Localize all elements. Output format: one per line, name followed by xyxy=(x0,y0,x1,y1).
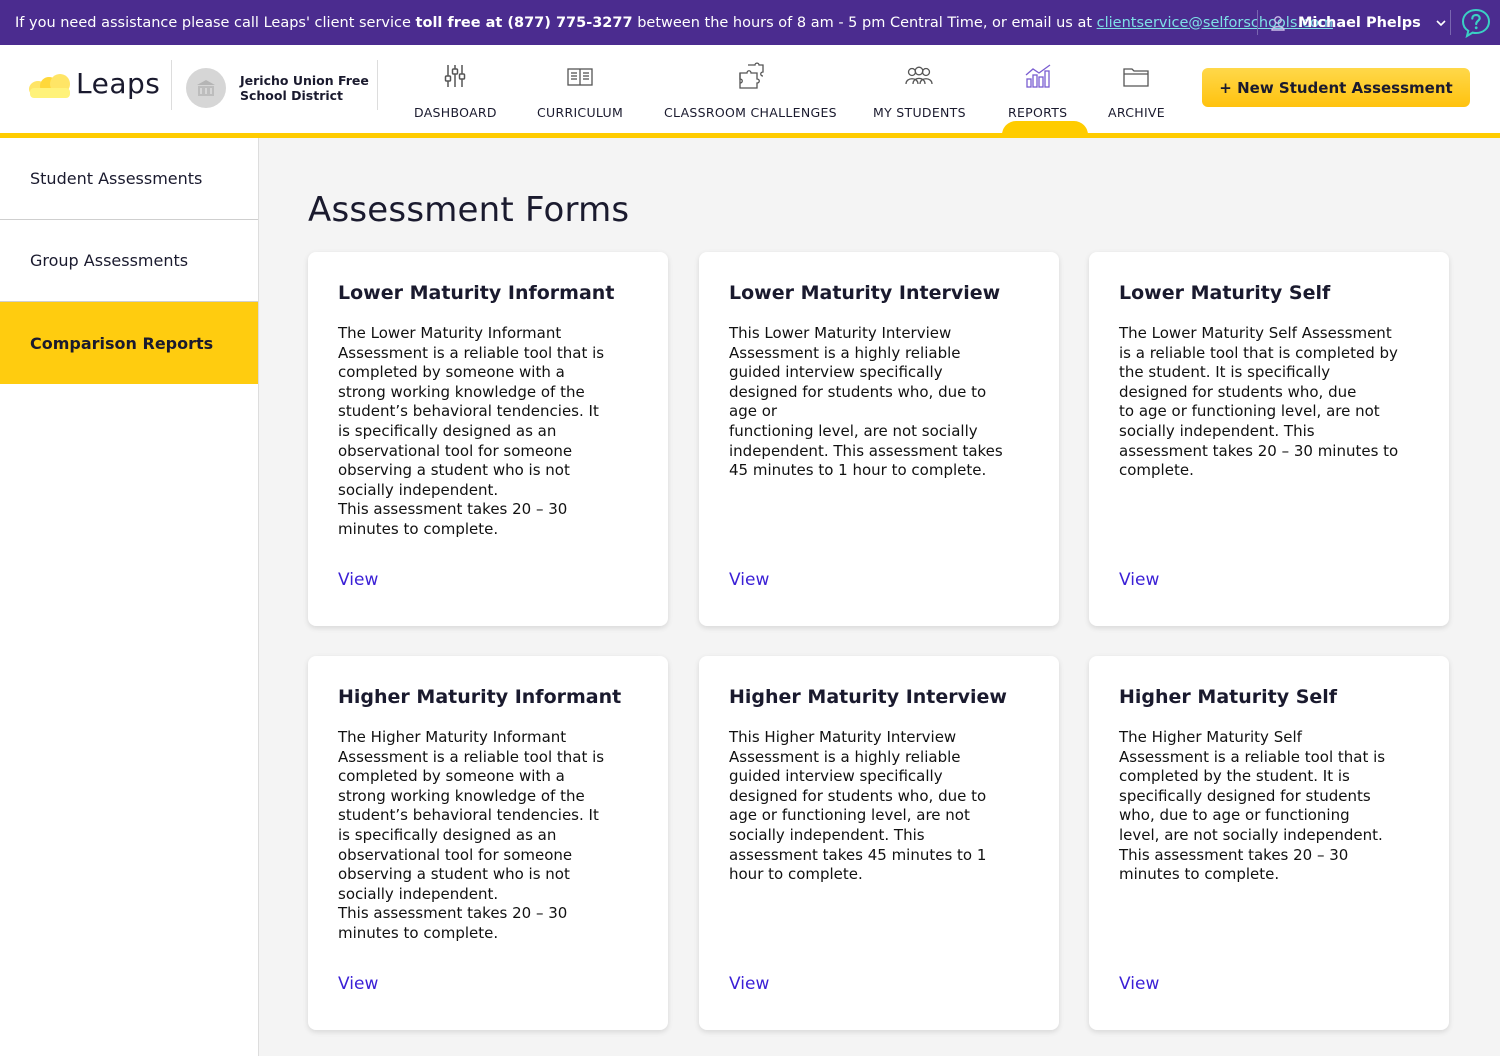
assistance-text-2: between the hours of 8 am - 5 pm Central… xyxy=(632,14,1097,31)
sidebar: Student Assessments Group Assessments Co… xyxy=(0,138,259,1056)
card-description: The Higher Maturity Self Assessment is a… xyxy=(1119,728,1386,884)
card-description: The Higher Maturity Informant Assessment… xyxy=(338,728,605,942)
view-link[interactable]: View xyxy=(729,974,769,994)
user-name: Michael Phelps xyxy=(1298,14,1421,31)
user-icon xyxy=(1271,15,1285,31)
sidebar-item-student-assessments[interactable]: Student Assessments xyxy=(0,138,258,220)
nav-label: DASHBOARD xyxy=(414,105,497,120)
assessment-card: Lower Maturity Interview This Lower Matu… xyxy=(699,252,1059,626)
chart-icon xyxy=(1025,64,1051,88)
view-link[interactable]: View xyxy=(1119,974,1159,994)
nav-my-students[interactable]: MY STUDENTS xyxy=(873,45,966,133)
nav-curriculum[interactable]: CURRICULUM xyxy=(537,45,623,133)
assessment-card: Higher Maturity Self The Higher Maturity… xyxy=(1089,656,1449,1030)
card-title: Higher Maturity Self xyxy=(1119,686,1338,708)
assessment-card: Lower Maturity Self The Lower Maturity S… xyxy=(1089,252,1449,626)
district-name: Jericho Union Free School District xyxy=(240,73,369,103)
folder-icon xyxy=(1123,68,1150,87)
nav-archive[interactable]: ARCHIVE xyxy=(1108,45,1165,133)
sidebar-item-comparison-reports[interactable]: Comparison Reports xyxy=(0,302,258,384)
card-description: The Lower Maturity Informant Assessment … xyxy=(338,324,605,538)
card-title: Higher Maturity Interview xyxy=(729,686,1007,708)
divider xyxy=(377,60,378,110)
puzzle-icon xyxy=(739,62,765,89)
sidebar-item-group-assessments[interactable]: Group Assessments xyxy=(0,220,258,302)
user-menu[interactable]: Michael Phelps xyxy=(1270,0,1447,45)
card-title: Higher Maturity Informant xyxy=(338,686,622,708)
nav-label: REPORTS xyxy=(1008,105,1068,120)
card-description: This Higher Maturity Interview Assessmen… xyxy=(729,728,987,884)
view-link[interactable]: View xyxy=(338,570,378,590)
assistance-text: If you need assistance please call Leaps… xyxy=(15,14,416,31)
nav-dashboard[interactable]: DASHBOARD xyxy=(414,45,497,133)
phone-number: toll free at (877) 775-3277 xyxy=(415,14,633,31)
assessment-card: Lower Maturity Informant The Lower Matur… xyxy=(308,252,668,626)
assessment-card: Higher Maturity Informant The Higher Mat… xyxy=(308,656,668,1030)
chevron-down-icon xyxy=(1436,19,1446,26)
nav-reports[interactable]: REPORTS xyxy=(1008,45,1067,133)
card-description: This Lower Maturity Interview Assessment… xyxy=(729,324,1003,480)
book-icon xyxy=(567,68,593,86)
nav-label: CLASSROOM CHALLENGES xyxy=(664,105,837,120)
nav-classroom-challenges[interactable]: CLASSROOM CHALLENGES xyxy=(664,45,837,133)
leaps-logo[interactable]: Leaps xyxy=(28,67,160,100)
new-student-assessment-button[interactable]: + New Student Assessment xyxy=(1202,68,1470,107)
logo-text: Leaps xyxy=(76,67,161,100)
card-title: Lower Maturity Informant xyxy=(338,282,615,304)
page-title: Assessment Forms xyxy=(308,190,630,230)
nav-label: MY STUDENTS xyxy=(873,105,966,120)
school-icon xyxy=(186,68,226,108)
divider xyxy=(1257,10,1258,35)
district-info: Jericho Union Free School District xyxy=(186,68,370,108)
divider xyxy=(1450,10,1451,35)
view-link[interactable]: View xyxy=(338,974,378,994)
nav-label: ARCHIVE xyxy=(1108,105,1165,120)
assessment-card: Higher Maturity Interview This Higher Ma… xyxy=(699,656,1059,1030)
card-description: The Lower Maturity Self Assessment is a … xyxy=(1119,324,1399,480)
sliders-icon xyxy=(445,65,466,87)
people-icon xyxy=(905,66,934,85)
divider xyxy=(171,60,172,110)
assistance-bar: If you need assistance please call Leaps… xyxy=(0,0,1500,45)
view-link[interactable]: View xyxy=(729,570,769,590)
leaps-logo-icon xyxy=(29,73,70,98)
view-link[interactable]: View xyxy=(1119,570,1159,590)
help-icon[interactable] xyxy=(1460,7,1492,39)
card-title: Lower Maturity Self xyxy=(1119,282,1331,304)
assistance-message: If you need assistance please call Leaps… xyxy=(0,15,1333,31)
nav-label: CURRICULUM xyxy=(537,105,624,120)
main-header: Leaps Jericho Union Free School District… xyxy=(0,45,1500,138)
card-title: Lower Maturity Interview xyxy=(729,282,1001,304)
